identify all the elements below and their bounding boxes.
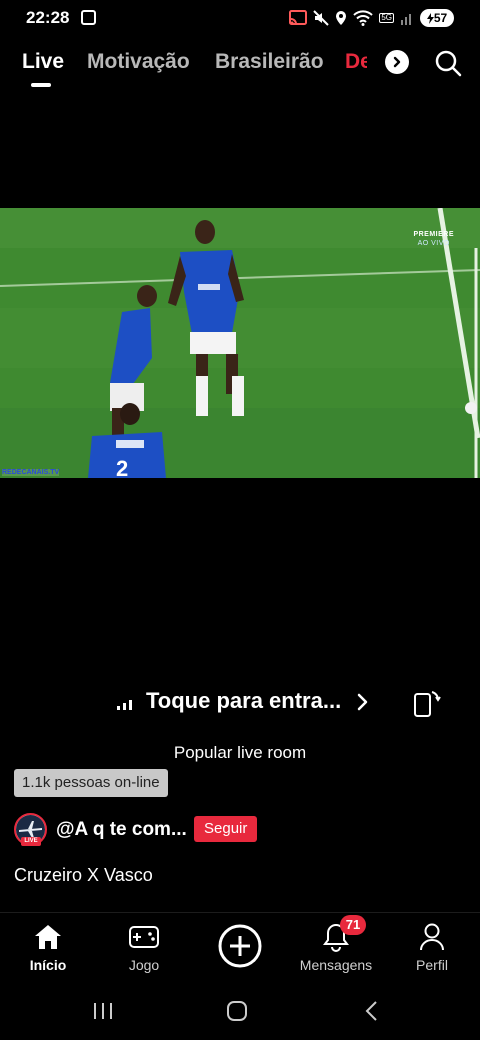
broadcaster-logo: PREMIERE AO VIVO <box>413 230 454 248</box>
nav-messages[interactable]: 71 Mensagens <box>288 915 384 973</box>
enter-live-prompt[interactable]: Toque para entra... <box>0 686 480 718</box>
follow-button[interactable]: Seguir <box>194 816 258 842</box>
tab-motivacao[interactable]: Motivação <box>87 50 190 74</box>
notification-badge: 71 <box>340 915 366 935</box>
tab-live[interactable]: Live <box>22 50 64 74</box>
charging-icon <box>426 12 434 24</box>
system-nav-bar <box>0 984 480 1040</box>
creator-name[interactable]: @A q te com... <box>56 819 187 841</box>
active-tab-indicator <box>31 83 51 87</box>
enter-room-label: Toque para entra... <box>146 688 342 713</box>
cast-icon <box>289 10 308 25</box>
status-icons: 5G 57 <box>289 8 454 28</box>
live-video-player[interactable]: 2 PREMIERE AO VIVO REDECANAIS.TV <box>0 208 480 478</box>
nav-messages-label: Mensagens <box>299 957 373 973</box>
live-audio-bars-icon <box>117 700 132 710</box>
rotate-screen-icon[interactable] <box>410 688 442 718</box>
live-badge: LIVE <box>21 837 41 846</box>
network-type-label: 5G <box>379 13 394 23</box>
nav-games-label: Jogo <box>128 957 160 973</box>
wifi-icon <box>353 10 374 26</box>
screenshot-icon <box>81 10 96 25</box>
room-type-label: Popular live room <box>173 743 307 762</box>
nav-create[interactable] <box>192 921 288 971</box>
tab-partial[interactable]: De <box>345 50 367 74</box>
broadcaster-status: AO VIVO <box>417 240 450 247</box>
create-plus-icon <box>218 924 262 968</box>
player-number: 2 <box>116 456 128 478</box>
nav-games[interactable]: Jogo <box>96 921 192 973</box>
video-frame: 2 <box>0 208 480 478</box>
profile-icon <box>420 923 444 951</box>
nav-profile[interactable]: Perfil <box>384 921 480 973</box>
online-count-badge: 1.1k pessoas on-line <box>14 769 168 797</box>
mute-icon <box>313 10 330 26</box>
chevron-right-icon <box>393 56 401 68</box>
gamepad-icon <box>129 926 159 948</box>
nav-profile-label: Perfil <box>416 957 448 973</box>
location-icon <box>336 11 347 25</box>
chevron-right-icon <box>357 693 368 711</box>
back-icon[interactable] <box>362 1000 382 1022</box>
nav-home[interactable]: Início <box>0 921 96 973</box>
nav-home-label: Início <box>29 957 67 973</box>
creator-row: LIVE @A q te com... Seguir <box>14 813 474 847</box>
battery-indicator: 57 <box>420 9 454 27</box>
home-icon <box>35 925 61 949</box>
broadcaster-name: PREMIERE <box>413 231 454 238</box>
signal-icon <box>401 14 411 25</box>
status-time: 22:28 <box>26 8 70 27</box>
recent-apps-icon[interactable] <box>92 1000 114 1022</box>
status-bar: 22:28 5G 57 <box>0 0 480 36</box>
more-tabs-button[interactable] <box>385 50 409 74</box>
home-button-icon[interactable] <box>226 1000 248 1022</box>
tab-brasileirao[interactable]: Brasileirão <box>215 50 324 74</box>
bottom-nav: Início Jogo 71 Mensagens Perfil <box>0 912 480 984</box>
video-watermark: REDECANAIS.TV <box>2 469 60 476</box>
search-icon[interactable] <box>434 49 462 77</box>
battery-level: 57 <box>433 11 448 25</box>
live-title: Cruzeiro X Vasco <box>14 865 153 885</box>
